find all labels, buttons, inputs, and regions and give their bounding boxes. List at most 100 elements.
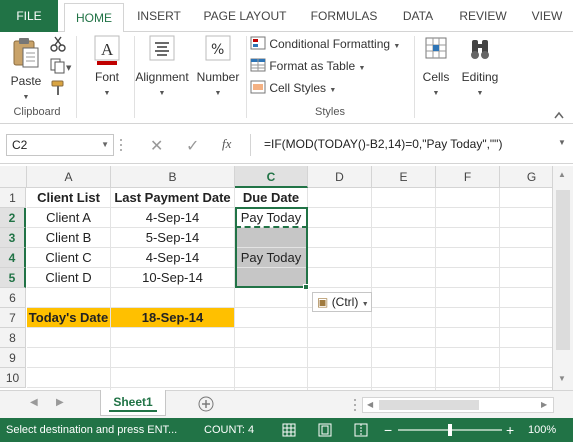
select-all-corner[interactable] bbox=[0, 166, 27, 188]
font-button[interactable]: A Font ▼ bbox=[84, 34, 130, 98]
tab-home[interactable]: HOME bbox=[64, 3, 124, 33]
collapse-ribbon-icon[interactable] bbox=[553, 110, 565, 120]
page-break-preview-icon[interactable] bbox=[354, 423, 368, 437]
percent-icon: % bbox=[205, 35, 231, 61]
scroll-up-icon[interactable]: ▲ bbox=[558, 170, 566, 179]
resize-handle-icon[interactable] bbox=[118, 137, 124, 153]
enter-icon[interactable]: ✓ bbox=[186, 136, 199, 156]
tab-view[interactable]: VIEW bbox=[524, 0, 570, 32]
cell-a7[interactable]: Today's Date bbox=[27, 308, 111, 328]
font-icon: A bbox=[94, 35, 120, 65]
scroll-right-icon[interactable]: ▶ bbox=[541, 400, 547, 409]
name-box-dropdown-icon[interactable]: ▼ bbox=[101, 135, 109, 155]
cell-b1[interactable]: Last Payment Date bbox=[111, 188, 235, 208]
vertical-scrollbar[interactable]: ▲ ▼ bbox=[552, 166, 573, 390]
next-sheet-icon[interactable]: ▶ bbox=[56, 397, 64, 408]
table-icon bbox=[250, 58, 266, 72]
column-header-c[interactable]: C bbox=[235, 166, 308, 188]
tab-review[interactable]: REVIEW bbox=[452, 0, 514, 32]
cell-b3[interactable]: 5-Sep-14 bbox=[111, 228, 235, 248]
cell-a5[interactable]: Client D bbox=[27, 268, 111, 288]
cut-icon[interactable] bbox=[50, 36, 66, 52]
column-header-b[interactable]: B bbox=[111, 166, 235, 188]
group-separator bbox=[76, 36, 77, 118]
scroll-down-icon[interactable]: ▼ bbox=[558, 374, 566, 383]
group-separator bbox=[246, 36, 247, 118]
row-header-5[interactable]: 5 bbox=[0, 268, 26, 288]
alignment-button[interactable]: Alignment ▼ bbox=[132, 34, 192, 98]
paste-dropdown-icon[interactable]: ▼ bbox=[23, 94, 30, 101]
cell-styles-button[interactable]: Cell Styles ▼ bbox=[250, 78, 336, 98]
tab-file[interactable]: FILE bbox=[0, 0, 58, 32]
row-header-6[interactable]: 6 bbox=[0, 288, 26, 308]
cell-a3[interactable]: Client B bbox=[27, 228, 111, 248]
column-header-f[interactable]: F bbox=[436, 166, 500, 188]
row-header-10[interactable]: 10 bbox=[0, 368, 26, 388]
row-header-1[interactable]: 1 bbox=[0, 188, 26, 208]
cell-c5[interactable] bbox=[235, 268, 308, 288]
fill-handle[interactable] bbox=[303, 284, 309, 290]
sheet-tab-bar: ◀ ▶ Sheet1 ◀ ▶ bbox=[0, 390, 573, 418]
cell-b7[interactable]: 18-Sep-14 bbox=[111, 308, 235, 328]
cell-a1[interactable]: Client List bbox=[27, 188, 111, 208]
cell-c2[interactable]: Pay Today bbox=[235, 208, 308, 228]
font-label: Font bbox=[94, 70, 119, 84]
name-box[interactable]: C2 ▼ bbox=[6, 134, 114, 156]
cell-b2[interactable]: 4-Sep-14 bbox=[111, 208, 235, 228]
tab-split-handle-icon[interactable] bbox=[352, 398, 358, 412]
cancel-icon[interactable]: ✕ bbox=[150, 136, 163, 156]
format-as-table-button[interactable]: Format as Table ▼ bbox=[250, 56, 365, 76]
paste-icon bbox=[13, 38, 39, 68]
zoom-out-icon[interactable]: − bbox=[384, 418, 392, 442]
formula-input[interactable]: =IF(MOD(TODAY()-B2,14)=0,"Pay Today","") bbox=[250, 134, 568, 156]
row-header-9[interactable]: 9 bbox=[0, 348, 26, 368]
worksheet-grid[interactable]: A B C D E F G ▲ ▼ 1 2 3 4 5 6 7 8 9 10 C… bbox=[0, 166, 573, 390]
zoom-slider-thumb[interactable] bbox=[448, 424, 452, 436]
formula-buttons: ✕ ✓ fx bbox=[126, 134, 246, 156]
cell-c1[interactable]: Due Date bbox=[235, 188, 308, 208]
zoom-in-icon[interactable]: + bbox=[506, 418, 514, 442]
row-header-4[interactable]: 4 bbox=[0, 248, 26, 268]
tab-formulas[interactable]: FORMULAS bbox=[304, 0, 384, 32]
conditional-formatting-button[interactable]: Conditional Formatting ▼ bbox=[250, 34, 400, 54]
column-header-e[interactable]: E bbox=[372, 166, 436, 188]
page-layout-view-icon[interactable] bbox=[318, 423, 332, 437]
expand-formula-bar-icon[interactable]: ▼ bbox=[558, 138, 566, 147]
normal-view-icon[interactable] bbox=[282, 423, 296, 437]
insert-function-icon[interactable]: fx bbox=[222, 136, 231, 152]
row-header-2[interactable]: 2 bbox=[0, 208, 26, 228]
cell-c3[interactable] bbox=[235, 228, 308, 248]
h-scrollbar-thumb[interactable] bbox=[379, 400, 479, 410]
scrollbar-thumb[interactable] bbox=[556, 190, 570, 350]
cells-button[interactable]: Cells ▼ bbox=[418, 34, 454, 98]
row-header-7[interactable]: 7 bbox=[0, 308, 26, 328]
cell-c4[interactable]: Pay Today bbox=[235, 248, 308, 268]
scroll-left-icon[interactable]: ◀ bbox=[367, 400, 373, 409]
cell-b4[interactable]: 4-Sep-14 bbox=[111, 248, 235, 268]
formula-bar: C2 ▼ ✕ ✓ fx =IF(MOD(TODAY()-B2,14)=0,"Pa… bbox=[0, 126, 573, 164]
cell-b5[interactable]: 10-Sep-14 bbox=[111, 268, 235, 288]
column-header-d[interactable]: D bbox=[308, 166, 372, 188]
tab-insert[interactable]: INSERT bbox=[130, 0, 188, 32]
binoculars-icon bbox=[471, 40, 489, 59]
tab-page-layout[interactable]: PAGE LAYOUT bbox=[196, 0, 294, 32]
copy-icon[interactable]: ▼ bbox=[50, 58, 72, 74]
editing-button[interactable]: Editing ▼ bbox=[456, 34, 504, 98]
new-sheet-icon[interactable] bbox=[198, 396, 214, 412]
row-header-3[interactable]: 3 bbox=[0, 228, 26, 248]
cells-icon bbox=[425, 37, 447, 59]
cell-a2[interactable]: Client A bbox=[27, 208, 111, 228]
sheet-tab-sheet1[interactable]: Sheet1 bbox=[100, 390, 166, 416]
paste-button[interactable]: Paste ▼ bbox=[6, 36, 46, 102]
horizontal-scrollbar[interactable]: ◀ ▶ bbox=[362, 397, 554, 413]
row-header-8[interactable]: 8 bbox=[0, 328, 26, 348]
paste-options-button[interactable]: ▣ (Ctrl) ▼ bbox=[312, 292, 372, 312]
gridline bbox=[435, 188, 436, 390]
format-painter-icon[interactable] bbox=[50, 80, 66, 96]
tab-data[interactable]: DATA bbox=[394, 0, 442, 32]
number-button[interactable]: % Number ▼ bbox=[194, 34, 242, 98]
zoom-level[interactable]: 100% bbox=[528, 418, 556, 442]
prev-sheet-icon[interactable]: ◀ bbox=[30, 397, 38, 408]
column-header-a[interactable]: A bbox=[27, 166, 111, 188]
cell-a4[interactable]: Client C bbox=[27, 248, 111, 268]
